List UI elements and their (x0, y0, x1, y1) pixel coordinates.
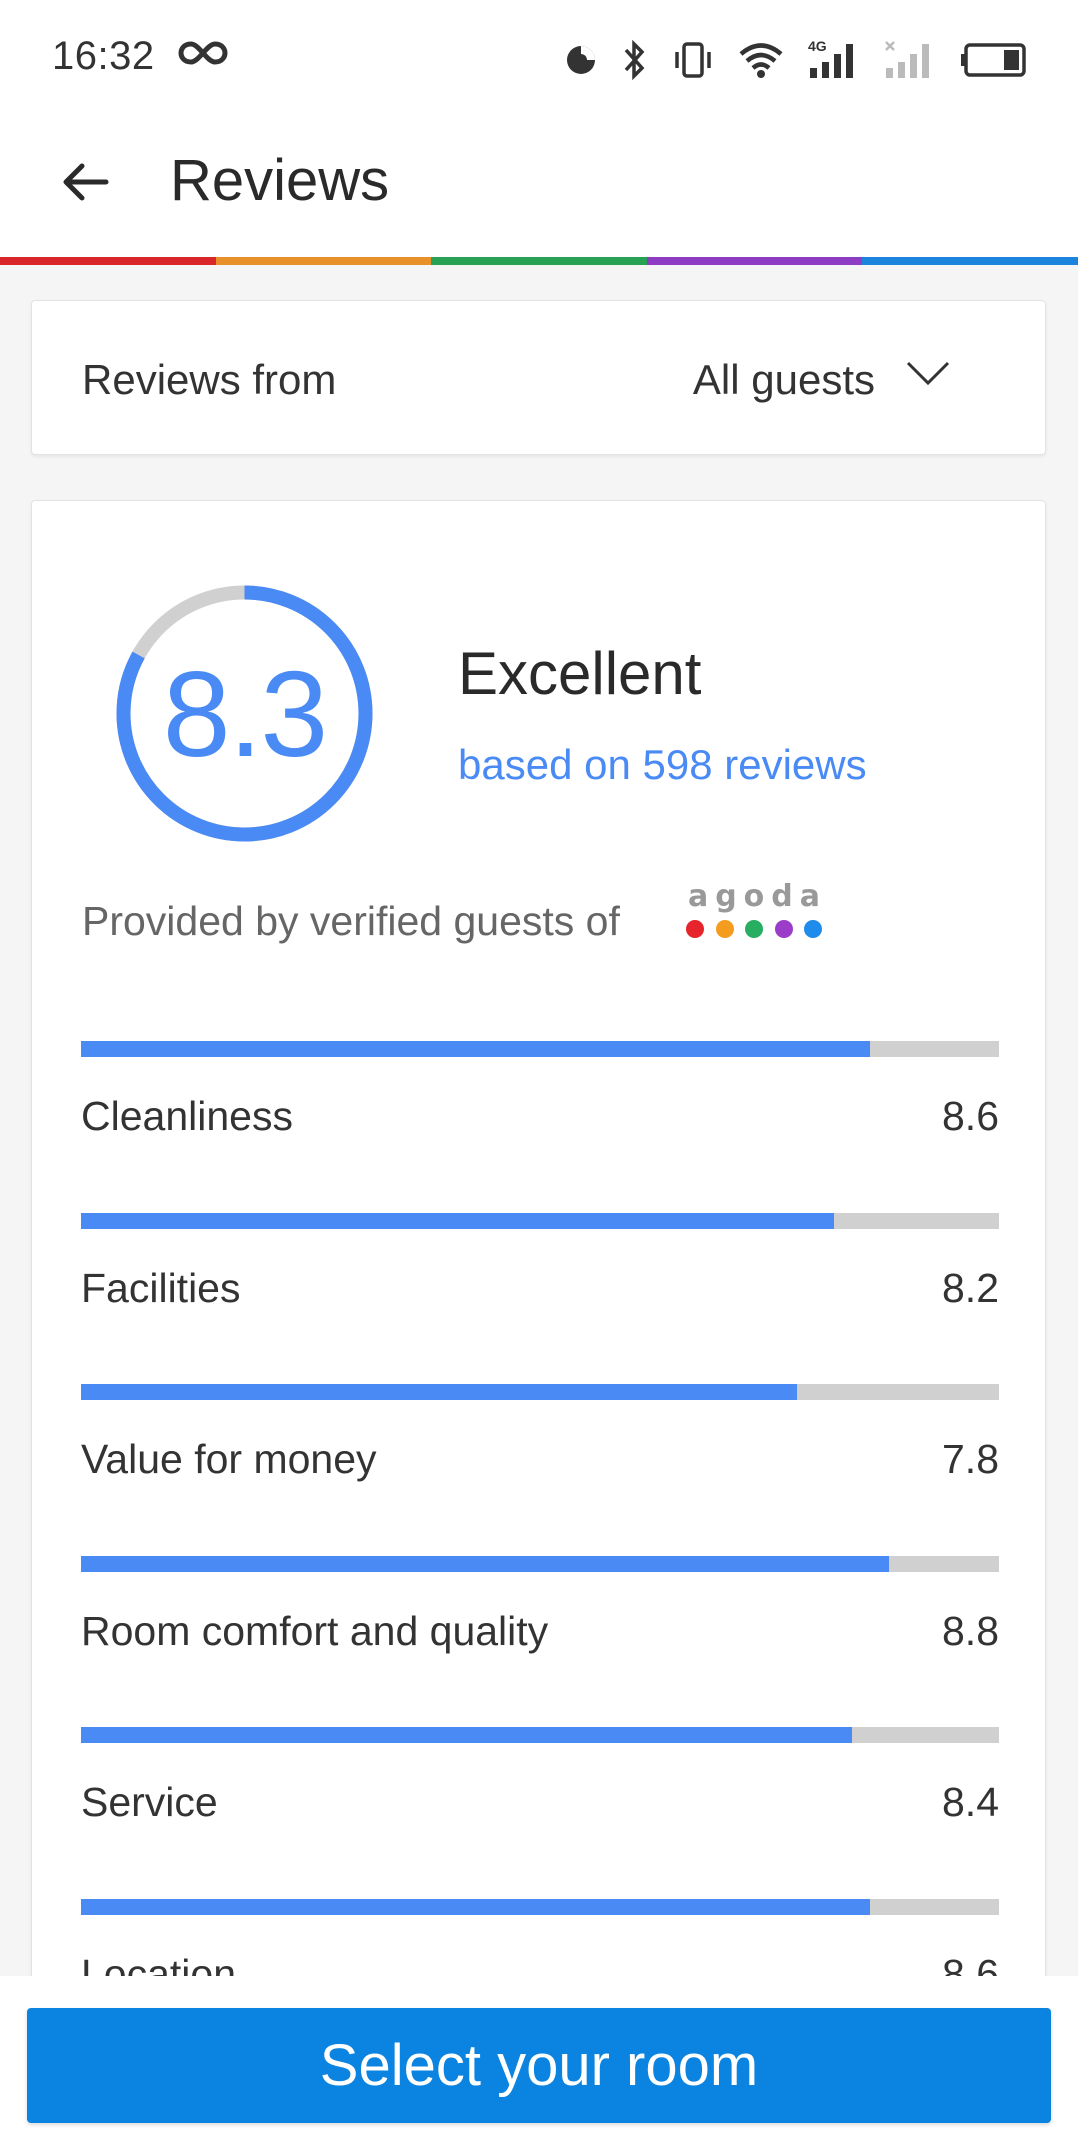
status-icons: 4G (564, 38, 1028, 82)
agoda-dot (745, 920, 763, 938)
sub-score-value: 8.8 (942, 1607, 999, 1654)
arrow-left-icon (62, 162, 110, 207)
sub-score-track (81, 1898, 999, 1915)
review-count-link[interactable]: based on 598 reviews (458, 741, 867, 789)
sub-score-row: Room comfort and quality 8.8 (81, 1555, 999, 1666)
sub-score-row: Service 8.4 (81, 1727, 999, 1837)
sub-score-fill (81, 1898, 871, 1915)
filter-value: All guests (692, 356, 875, 403)
agoda-logo-dots (684, 920, 824, 938)
agoda-letter: o (743, 879, 765, 914)
sub-score-track (81, 1727, 999, 1743)
sub-score-label: Room comfort and quality (81, 1607, 549, 1654)
sub-score-value: 8.6 (942, 1093, 999, 1139)
select-room-button[interactable]: Select your room (27, 2008, 1051, 2123)
sub-score-label: Facilities (81, 1264, 241, 1311)
agoda-letter: a (799, 879, 820, 914)
review-score-card: 8.3 Excellent based on 598 reviews Provi… (31, 500, 1046, 2020)
data-saver-icon (564, 43, 598, 77)
back-button[interactable] (50, 148, 122, 220)
rating-word: Excellent (458, 640, 702, 707)
agoda-logo-letters: agoda (684, 879, 824, 914)
agoda-letter: g (715, 879, 737, 914)
rainbow-segment (431, 257, 647, 265)
sub-score-fill (81, 1212, 834, 1229)
sub-score-track (81, 1041, 999, 1057)
sub-score-row: Value for money 7.8 (81, 1384, 999, 1494)
sub-score-row: Facilities 8.2 (81, 1212, 999, 1323)
battery-icon (960, 42, 1028, 78)
sub-score-label: Cleanliness (81, 1093, 293, 1139)
overall-score: 8.3 (162, 645, 329, 782)
rainbow-segment (0, 257, 216, 265)
vibrate-icon (672, 40, 714, 80)
signal-4g-icon: 4G (808, 38, 860, 80)
app-bar: Reviews (0, 115, 1078, 257)
agoda-dot (774, 920, 793, 938)
sub-score-track (81, 1212, 999, 1229)
agoda-letter: d (771, 879, 793, 914)
sub-score-label: Service (81, 1779, 218, 1825)
sub-score-value: 8.2 (942, 1264, 999, 1311)
infinity-icon (178, 40, 228, 71)
filter-label: Reviews from (82, 356, 337, 403)
signal-empty-icon (884, 40, 936, 80)
reviews-from-selector[interactable]: Reviews from All guests (31, 300, 1046, 455)
sub-score-label: Value for money (81, 1436, 377, 1482)
agoda-letter: a (688, 879, 709, 914)
status-bar: 16:32 4G (0, 0, 1078, 115)
rainbow-segment (646, 257, 863, 265)
status-time: 16:32 (52, 34, 155, 78)
agoda-dot (804, 920, 822, 938)
agoda-dot (715, 920, 734, 938)
wifi-icon (738, 41, 784, 79)
chevron-down-icon (905, 359, 951, 392)
rainbow-segment (215, 257, 432, 265)
agoda-dot (686, 920, 704, 938)
provided-by-text: Provided by verified guests of (82, 898, 620, 944)
sub-score-row: Cleanliness 8.6 (81, 1041, 999, 1151)
agoda-logo: agoda (684, 879, 824, 938)
brand-rainbow-strip (0, 257, 1078, 265)
sub-score-fill (81, 1384, 798, 1400)
bluetooth-icon (622, 40, 648, 80)
sub-score-fill (81, 1727, 853, 1743)
bottom-action-area: Select your room (0, 1976, 1078, 2156)
rainbow-segment (862, 257, 1078, 265)
sub-score-track (81, 1555, 999, 1572)
sub-score-value: 7.8 (942, 1436, 999, 1482)
sub-score-fill (81, 1041, 871, 1057)
page-title: Reviews (170, 148, 390, 213)
sub-score-fill (81, 1555, 889, 1572)
sub-score-value: 8.4 (942, 1779, 999, 1825)
sub-score-track (81, 1384, 999, 1400)
